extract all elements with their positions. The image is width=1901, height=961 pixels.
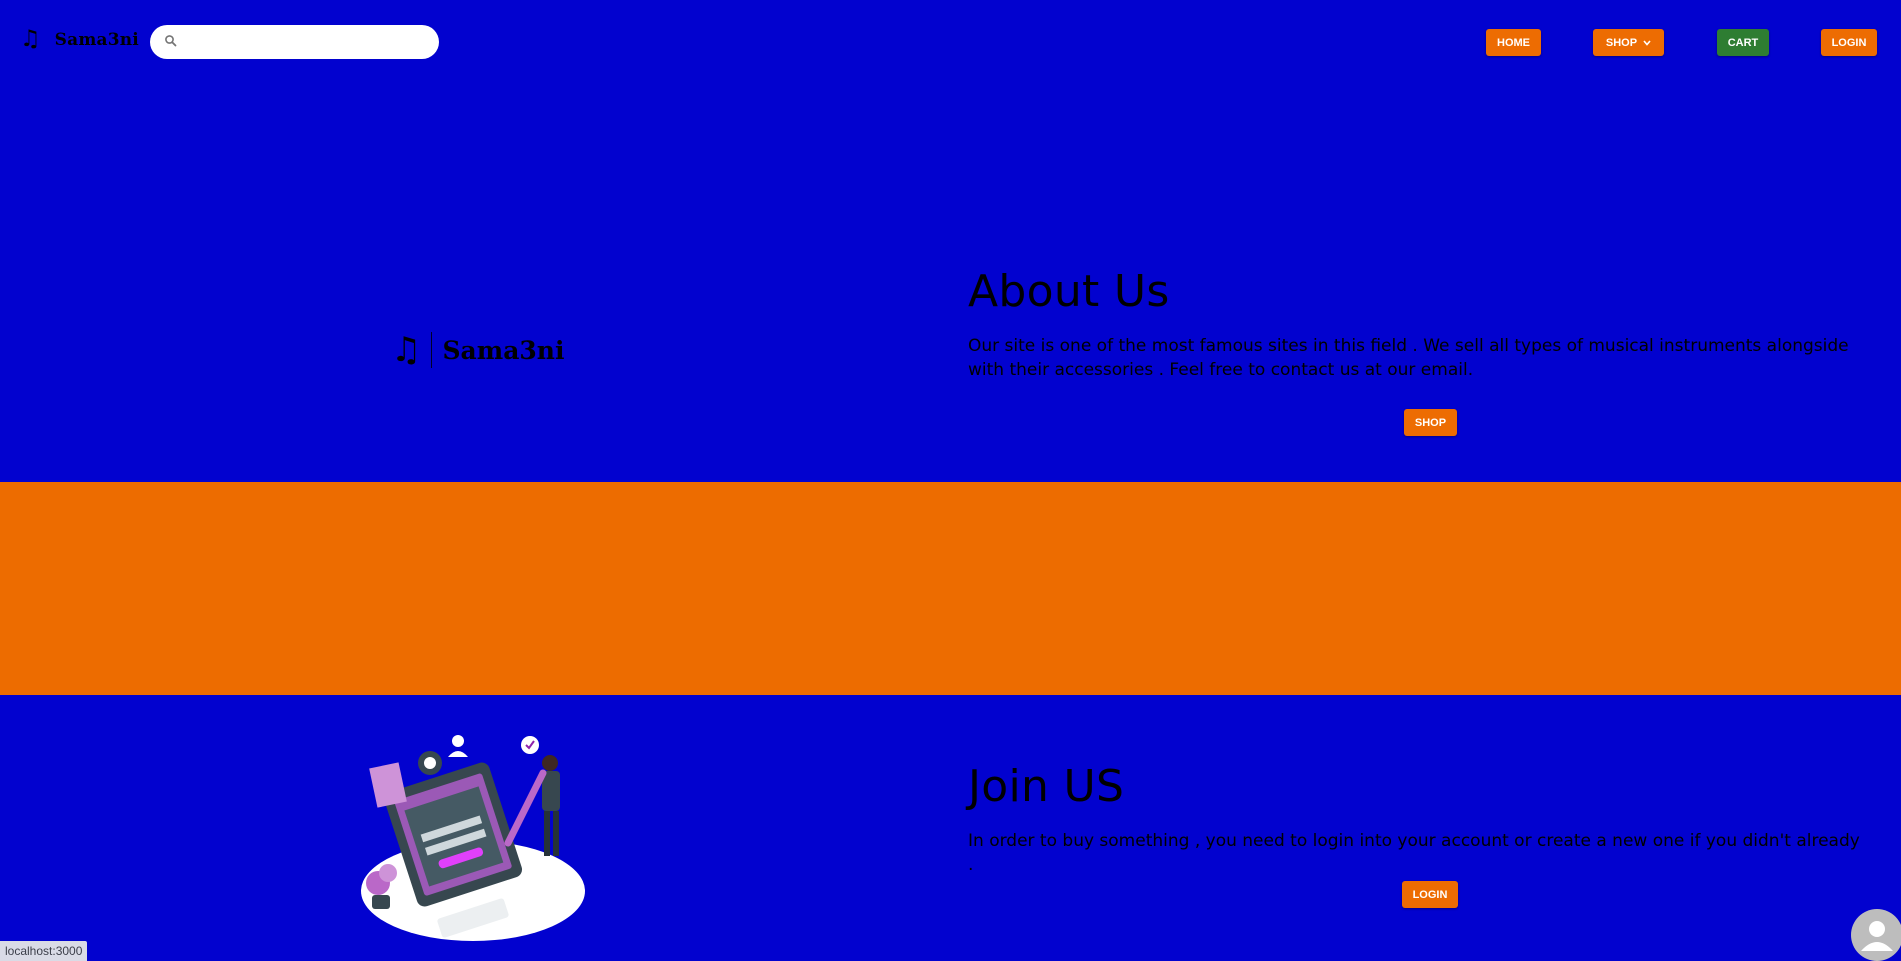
sign-up-illustration (361, 735, 585, 941)
search-icon (165, 35, 177, 47)
login-button[interactable]: LOGIN (1821, 29, 1877, 56)
about-shop-button[interactable]: SHOP (1404, 409, 1457, 436)
orange-band (0, 482, 1901, 695)
brand-logo[interactable]: ♫ Sama3ni (20, 28, 139, 51)
about-shop-button-label: SHOP (1414, 416, 1447, 429)
brand-name: Sama3ni (54, 29, 139, 50)
join-login-button[interactable]: LOGIN (1402, 881, 1458, 908)
search-input[interactable] (184, 25, 428, 61)
about-logo-name: Sama3ni (442, 335, 565, 365)
cart-button[interactable]: CART (1717, 29, 1769, 56)
status-url: localhost:3000 (0, 941, 88, 961)
shop-dropdown-button[interactable]: SHOP (1593, 29, 1664, 56)
login-button-label: LOGIN (1831, 36, 1867, 49)
logo-divider (431, 332, 433, 368)
avatar[interactable] (1851, 909, 1901, 961)
music-note-icon: ♫ (391, 330, 422, 370)
search-bar[interactable] (150, 25, 439, 61)
join-text: In order to buy something , you need to … (968, 831, 1860, 875)
home-button-label: HOME (1497, 36, 1530, 49)
user-icon (1861, 921, 1893, 951)
shop-button-label: SHOP (1605, 36, 1638, 49)
join-title: Join US (968, 761, 1125, 812)
home-button[interactable]: HOME (1486, 29, 1541, 56)
music-note-icon: ♫ (20, 26, 41, 52)
join-login-button-label: LOGIN (1412, 888, 1448, 901)
about-logo: ♫ Sama3ni (391, 332, 564, 368)
about-text: Our site is one of the most famous sites… (968, 336, 1849, 380)
app-header: ♫ Sama3ni HOME SHOP CART LOGIN (0, 0, 1901, 84)
cart-button-label: CART (1727, 36, 1759, 49)
about-title: About Us (968, 266, 1170, 317)
chevron-down-icon (1643, 39, 1651, 46)
